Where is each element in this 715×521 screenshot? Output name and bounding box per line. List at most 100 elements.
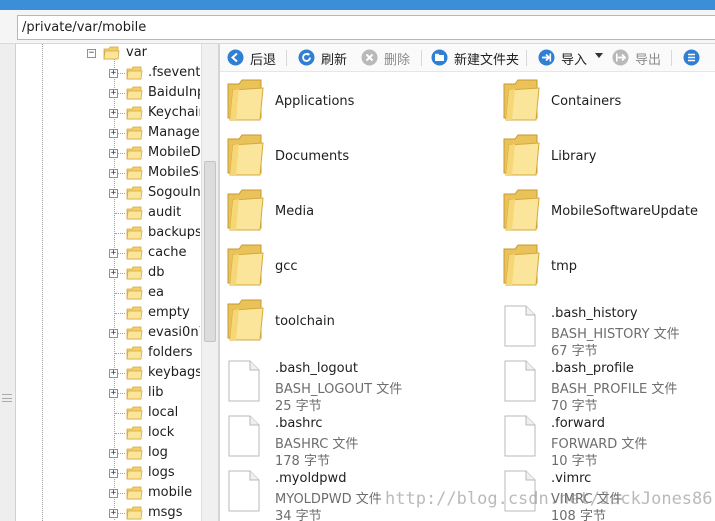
expand-icon[interactable]: + [109, 369, 118, 378]
tree-item[interactable]: + logs [16, 464, 201, 484]
new-folder-icon [431, 49, 448, 66]
tree-item[interactable]: + cache [16, 244, 201, 264]
collapse-icon[interactable]: − [87, 49, 96, 58]
tree-item[interactable]: + lib [16, 384, 201, 404]
tree-item-label: lock [148, 425, 175, 440]
tree-item[interactable]: + MobileSoftwareUpdate [16, 164, 201, 184]
tree-scrollbar[interactable] [201, 44, 218, 521]
leaf-spacer [109, 429, 118, 438]
tree-item[interactable]: lock [16, 424, 201, 444]
folder-icon [126, 286, 143, 300]
left-collapse-strip[interactable] [0, 44, 16, 521]
folder-icon [503, 244, 540, 286]
folder-icon [126, 426, 143, 440]
folder-icon [126, 126, 143, 140]
file-item[interactable]: .bash_history BASH_HISTORY 文件 67 字节 [496, 292, 715, 359]
folder-icon [126, 306, 143, 320]
expand-icon[interactable]: + [109, 189, 118, 198]
back-label: 后退 [250, 53, 277, 68]
back-arrow-icon [227, 49, 244, 66]
import-icon [538, 49, 555, 66]
tree-item[interactable]: + log [16, 444, 201, 464]
expand-icon[interactable]: + [109, 489, 118, 498]
expand-icon[interactable]: + [109, 449, 118, 458]
folder-item[interactable]: Documents [220, 127, 460, 182]
file-item[interactable]: .forward FORWARD 文件 10 字节 [496, 402, 715, 469]
file-item[interactable]: .bashrc BASHRC 文件 178 字节 [220, 402, 460, 469]
folder-icon [126, 106, 143, 120]
expand-icon[interactable]: + [109, 509, 118, 518]
folder-item[interactable]: MobileSoftwareUpdate [496, 182, 715, 237]
expand-icon[interactable]: + [109, 69, 118, 78]
tree-item[interactable]: + evasi0n7 [16, 324, 201, 344]
file-name: .myoldpwd [275, 471, 347, 486]
tree-item-label: MobileSoftwareUpdate [148, 165, 200, 180]
expand-icon[interactable]: + [109, 329, 118, 338]
file-name: .bashrc [275, 416, 323, 431]
expand-icon[interactable]: + [109, 389, 118, 398]
folder-item[interactable]: Media [220, 182, 460, 237]
tree-item-var[interactable]: − var [16, 44, 201, 64]
leaf-spacer [109, 409, 118, 418]
tree-item[interactable]: + mobile [16, 484, 201, 504]
tree-item[interactable]: + Keychains [16, 104, 201, 124]
folder-icon [227, 134, 264, 176]
folder-item[interactable]: gcc [220, 237, 460, 292]
delete-icon [361, 49, 378, 66]
folder-icon [126, 466, 143, 480]
folder-item[interactable]: tmp [496, 237, 715, 292]
folder-item[interactable]: Containers [496, 72, 715, 127]
tree-item-label: ea [148, 285, 164, 300]
folder-icon [126, 366, 143, 380]
leaf-spacer [109, 229, 118, 238]
tree-item[interactable]: local [16, 404, 201, 424]
tree-item[interactable]: + MobileDevice [16, 144, 201, 164]
tree-item[interactable]: audit [16, 204, 201, 224]
tree-item[interactable]: empty [16, 304, 201, 324]
folder-icon [126, 86, 143, 100]
expand-icon[interactable]: + [109, 129, 118, 138]
folder-icon [126, 226, 143, 240]
folder-icon [126, 446, 143, 460]
refresh-label: 刷新 [321, 53, 348, 68]
watermark: http://blog.csdn.net/JackJones86 [385, 489, 713, 509]
tree-item[interactable]: folders [16, 344, 201, 364]
grip-handle-icon[interactable] [2, 394, 12, 402]
expand-icon[interactable]: + [109, 149, 118, 158]
expand-icon[interactable]: + [109, 169, 118, 178]
file-list: Applications Containers Documents Library Me… [220, 72, 715, 521]
tree-item[interactable]: + Managed Preferences [16, 124, 201, 144]
file-size: 34 字节 [275, 509, 322, 521]
expand-icon[interactable]: + [109, 249, 118, 258]
tree-item[interactable]: + keybags [16, 364, 201, 384]
tree-item-label: audit [148, 205, 182, 220]
path-input[interactable]: /private/var/mobile [17, 15, 715, 40]
expand-icon[interactable]: + [109, 89, 118, 98]
file-item[interactable]: .bash_logout BASH_LOGOUT 文件 25 字节 [220, 347, 460, 414]
folder-item[interactable]: Library [496, 127, 715, 182]
file-icon [504, 415, 536, 457]
tree-item[interactable]: + db [16, 264, 201, 284]
tree-item[interactable]: + SogouInput [16, 184, 201, 204]
tree-item[interactable]: + BaiduInput [16, 84, 201, 104]
tree-item[interactable]: + msgs [16, 504, 201, 521]
folder-icon [126, 66, 143, 80]
scrollbar-thumb[interactable] [204, 161, 216, 342]
file-item[interactable]: .bash_profile BASH_PROFILE 文件 70 字节 [496, 347, 715, 414]
tree-item-label: folders [148, 345, 193, 360]
folder-name: toolchain [275, 314, 335, 329]
toolbar-divider [421, 50, 422, 66]
expand-icon[interactable]: + [109, 469, 118, 478]
tree-item-label: cache [148, 245, 187, 260]
folder-item[interactable]: toolchain [220, 292, 460, 347]
folder-item[interactable]: Applications [220, 72, 460, 127]
tree-item[interactable]: + .fseventsd [16, 64, 201, 84]
expand-icon[interactable]: + [109, 269, 118, 278]
tree-item[interactable]: ea [16, 284, 201, 304]
tree-item[interactable]: backups [16, 224, 201, 244]
expand-icon[interactable]: + [109, 109, 118, 118]
folder-name: MobileSoftwareUpdate [551, 204, 699, 219]
chevron-down-icon[interactable] [595, 53, 603, 58]
folder-icon [126, 146, 143, 160]
export-label: 导出 [635, 53, 662, 68]
